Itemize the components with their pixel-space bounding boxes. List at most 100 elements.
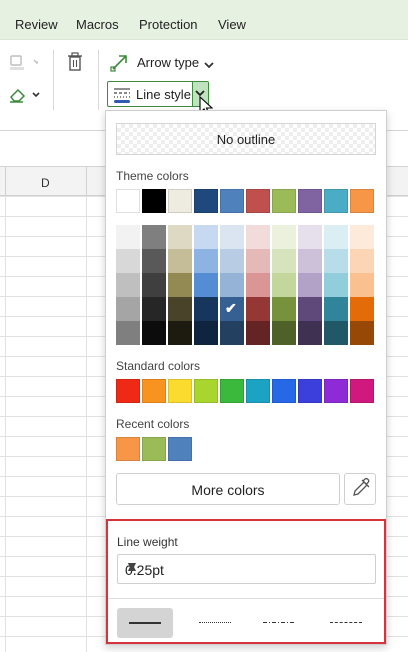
theme-color-swatch[interactable] [298, 189, 322, 213]
theme-shade-swatch[interactable] [246, 273, 270, 297]
theme-shade-swatch[interactable] [246, 249, 270, 273]
theme-shade-swatch[interactable] [194, 273, 218, 297]
no-outline-button[interactable]: No outline [116, 123, 376, 155]
standard-color-swatch[interactable] [246, 379, 270, 403]
chevron-down-icon[interactable] [203, 57, 215, 75]
standard-color-swatch[interactable] [272, 379, 296, 403]
ribbon-tab-bar: Review Macros Protection View [0, 0, 408, 40]
theme-color-swatch[interactable] [272, 189, 296, 213]
theme-shade-swatch[interactable]: ✔ [220, 297, 244, 321]
theme-shade-swatch[interactable] [272, 225, 296, 249]
spin-down-icon[interactable]: ▼ [125, 559, 369, 573]
theme-shade-swatch[interactable] [350, 297, 374, 321]
eyedropper-icon [353, 477, 370, 496]
theme-color-swatch[interactable] [142, 189, 166, 213]
theme-shade-swatch[interactable] [298, 249, 322, 273]
eyedropper-button[interactable] [344, 473, 376, 505]
theme-shade-swatch[interactable] [298, 297, 322, 321]
theme-shade-swatch[interactable] [324, 273, 348, 297]
theme-shade-swatch[interactable] [298, 321, 322, 345]
theme-shade-swatch[interactable] [194, 321, 218, 345]
theme-shade-swatch[interactable] [246, 297, 270, 321]
theme-shade-swatch[interactable] [116, 321, 140, 345]
theme-shade-swatch[interactable] [246, 225, 270, 249]
theme-shade-swatch[interactable] [116, 225, 140, 249]
theme-shade-swatch[interactable] [116, 297, 140, 321]
theme-shade-swatch[interactable] [168, 225, 192, 249]
recent-colors-row [116, 437, 192, 461]
line-style-dash-dot[interactable] [251, 608, 307, 638]
theme-shade-swatch[interactable] [116, 273, 140, 297]
theme-shade-swatch[interactable] [142, 273, 166, 297]
recent-color-swatch[interactable] [142, 437, 166, 461]
theme-color-swatch[interactable] [116, 189, 140, 213]
theme-shade-swatch[interactable] [142, 321, 166, 345]
divider [108, 598, 384, 599]
theme-color-swatch[interactable] [350, 189, 374, 213]
tab-view[interactable]: View [218, 17, 246, 32]
theme-color-swatch[interactable] [194, 189, 218, 213]
theme-shade-swatch[interactable] [220, 225, 244, 249]
tab-macros[interactable]: Macros [76, 17, 119, 32]
theme-shade-swatch[interactable] [324, 297, 348, 321]
column-header-d[interactable]: D [41, 176, 50, 190]
theme-color-swatch[interactable] [324, 189, 348, 213]
theme-shade-swatch[interactable] [194, 249, 218, 273]
standard-color-swatch[interactable] [298, 379, 322, 403]
standard-color-swatch[interactable] [324, 379, 348, 403]
recent-color-swatch[interactable] [116, 437, 140, 461]
theme-shade-swatch[interactable] [350, 249, 374, 273]
theme-shade-swatch[interactable] [272, 249, 296, 273]
arrow-type-icon[interactable] [110, 52, 130, 77]
theme-shade-swatch[interactable] [272, 273, 296, 297]
theme-shade-swatch[interactable] [272, 297, 296, 321]
theme-shade-swatch[interactable] [168, 297, 192, 321]
theme-shade-swatch[interactable] [220, 321, 244, 345]
theme-shade-swatch[interactable] [272, 321, 296, 345]
more-colors-label: More colors [191, 482, 265, 498]
theme-shade-swatch[interactable] [298, 225, 322, 249]
theme-shade-swatch[interactable] [350, 321, 374, 345]
delete-icon[interactable] [66, 52, 84, 77]
more-colors-button[interactable]: More colors [116, 473, 340, 505]
line-style-dotted[interactable] [187, 608, 243, 638]
line-style-dashed[interactable] [318, 608, 374, 638]
theme-shade-swatch[interactable] [246, 321, 270, 345]
standard-color-swatch[interactable] [220, 379, 244, 403]
theme-shade-swatch[interactable] [142, 297, 166, 321]
standard-color-swatch[interactable] [142, 379, 166, 403]
theme-shade-swatch[interactable] [116, 249, 140, 273]
recent-color-swatch[interactable] [168, 437, 192, 461]
theme-shade-swatch[interactable] [142, 225, 166, 249]
standard-color-swatch[interactable] [350, 379, 374, 403]
theme-color-swatch[interactable] [168, 189, 192, 213]
theme-shade-swatch[interactable] [142, 249, 166, 273]
theme-shade-swatch[interactable] [168, 273, 192, 297]
theme-shade-swatch[interactable] [324, 225, 348, 249]
tab-review[interactable]: Review [15, 17, 58, 32]
theme-shade-swatch[interactable] [324, 249, 348, 273]
theme-shade-swatch[interactable] [350, 225, 374, 249]
line-weight-input[interactable]: 0.25pt ▲ ▼ [117, 554, 376, 584]
line-style-button[interactable]: Line style [107, 81, 209, 107]
tab-protection[interactable]: Protection [139, 17, 198, 32]
clear-format-icon[interactable] [8, 86, 44, 109]
theme-shade-swatch[interactable] [168, 321, 192, 345]
theme-shade-swatch[interactable] [298, 273, 322, 297]
theme-shade-swatch[interactable] [324, 321, 348, 345]
theme-shade-swatch[interactable] [194, 297, 218, 321]
theme-color-swatch[interactable] [246, 189, 270, 213]
standard-color-swatch[interactable] [168, 379, 192, 403]
standard-color-swatch[interactable] [194, 379, 218, 403]
theme-shade-swatch[interactable] [168, 249, 192, 273]
standard-color-swatch[interactable] [116, 379, 140, 403]
theme-shade-swatch[interactable] [220, 273, 244, 297]
line-style-solid[interactable] [117, 608, 173, 638]
no-outline-label: No outline [216, 132, 276, 147]
theme-color-swatch[interactable] [220, 189, 244, 213]
fill-color-icon[interactable] [8, 54, 41, 77]
theme-shade-swatch[interactable] [350, 273, 374, 297]
arrow-type-label[interactable]: Arrow type [137, 55, 199, 70]
theme-shade-swatch[interactable] [220, 249, 244, 273]
theme-shade-swatch[interactable] [194, 225, 218, 249]
